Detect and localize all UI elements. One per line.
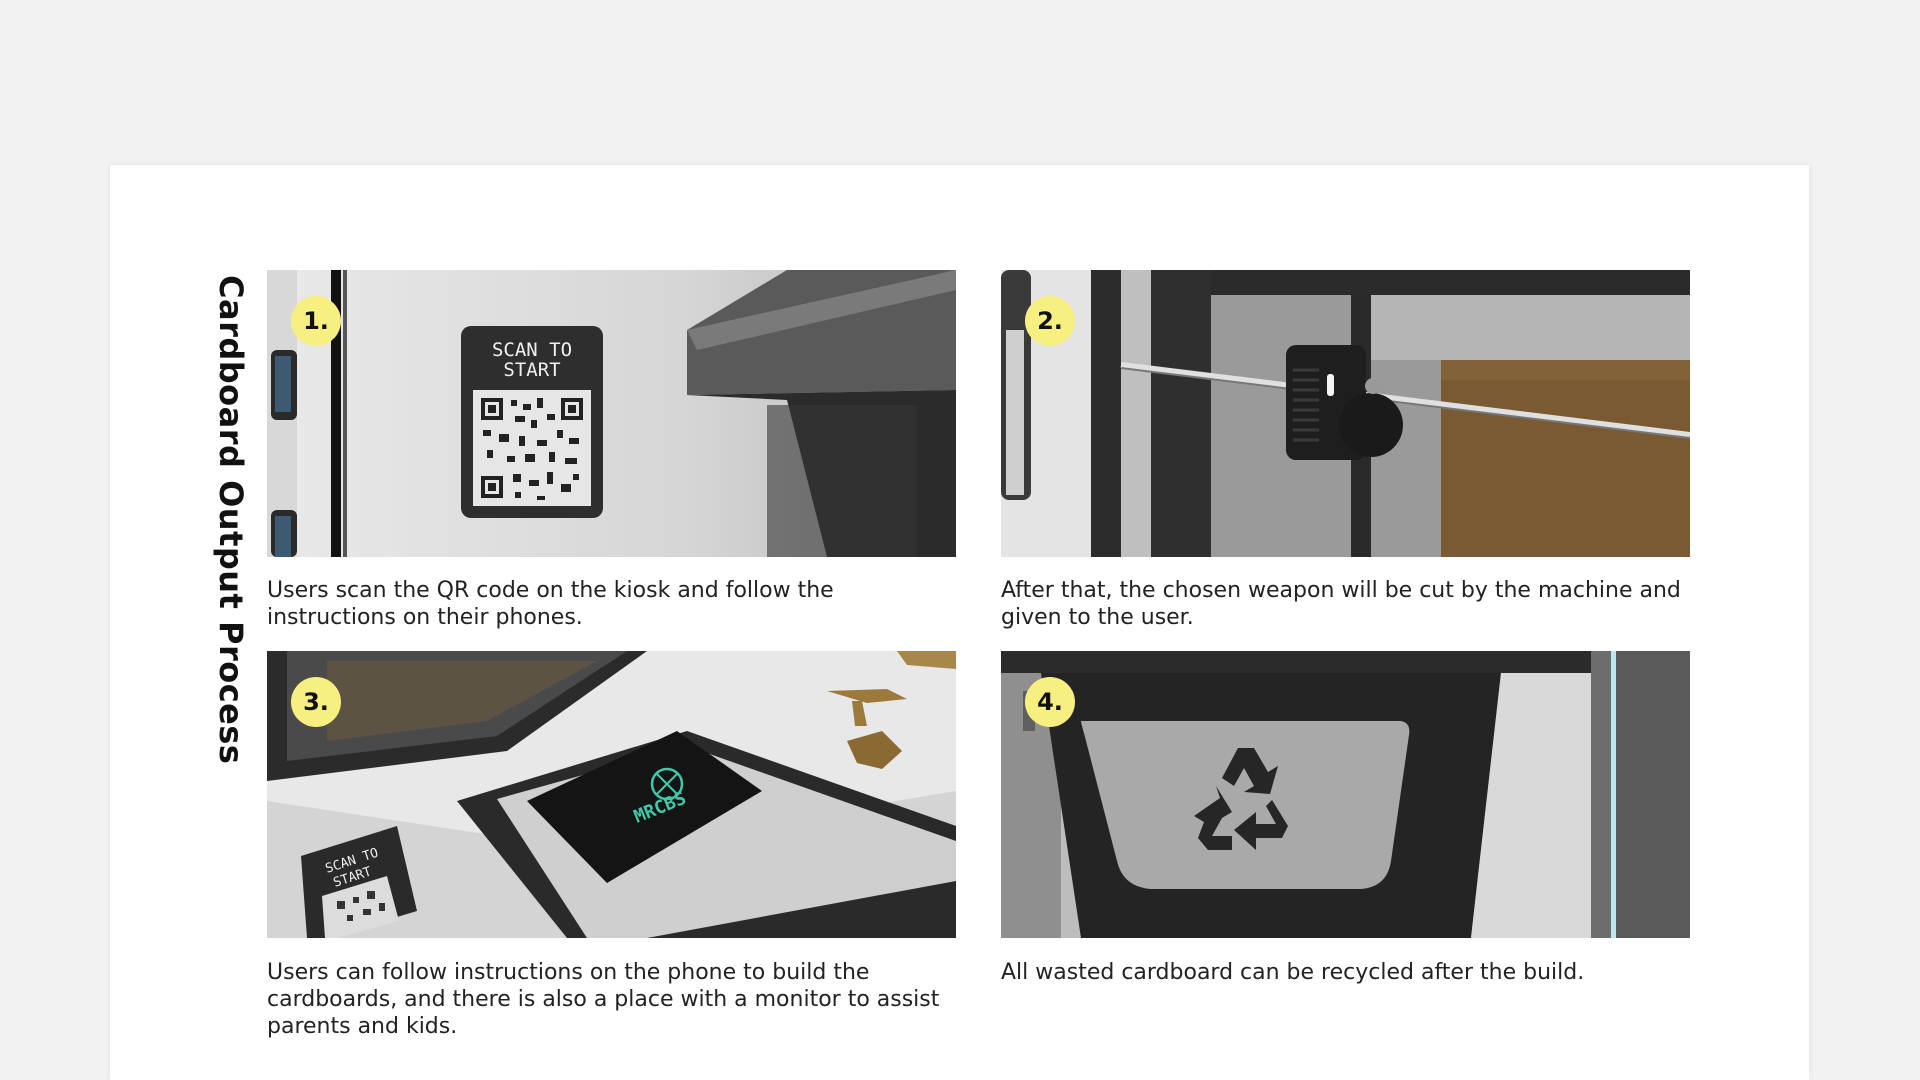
qr-label-text: START <box>503 359 560 381</box>
step-1-image: SCAN TO START 1. <box>267 270 956 557</box>
step-3-image: MRCBS SCAN TO START 3. <box>267 651 956 938</box>
step-2-caption: After that, the chosen weapon will be cu… <box>1001 578 1681 630</box>
step-1-badge: 1. <box>291 296 341 346</box>
recycle-bin-illustration <box>1001 651 1690 938</box>
build-table-illustration: MRCBS SCAN TO START <box>267 651 956 938</box>
step-4-caption: All wasted cardboard can be recycled aft… <box>1001 960 1585 985</box>
step-3-badge: 3. <box>291 677 341 727</box>
qr-label-text: SCAN TO <box>492 339 572 361</box>
step-3-caption: Users can follow instructions on the pho… <box>267 960 940 1039</box>
step-4-image: 4. <box>1001 651 1690 938</box>
step-1-caption: Users scan the QR code on the kiosk and … <box>267 578 834 630</box>
cutting-machine-illustration <box>1001 270 1690 557</box>
step-4-badge: 4. <box>1025 677 1075 727</box>
step-2-badge: 2. <box>1025 296 1075 346</box>
step-2-image: 2. <box>1001 270 1690 557</box>
page-title: Cardboard Output Process <box>212 275 250 765</box>
kiosk-qr-illustration: SCAN TO START <box>267 270 956 557</box>
